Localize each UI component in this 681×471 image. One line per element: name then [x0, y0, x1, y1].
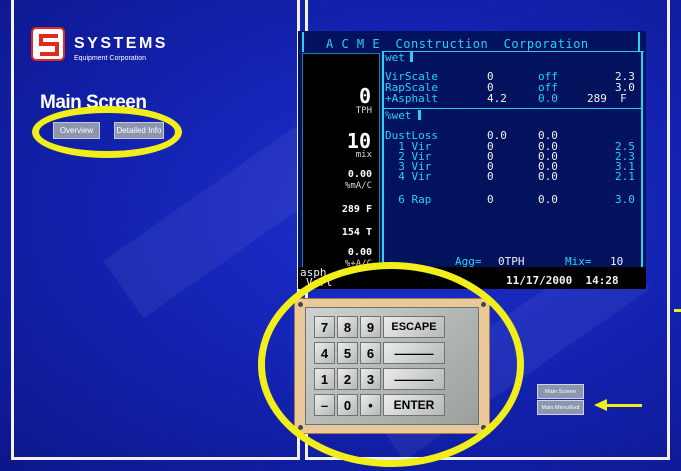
cursor-bar — [418, 110, 421, 120]
pointer-arrow-shaft — [606, 404, 642, 407]
tons-value: 154 T — [341, 227, 372, 238]
wet-label: wet — [385, 51, 405, 64]
logo-mark-icon — [31, 27, 65, 61]
pointer-arrow-icon — [594, 399, 607, 411]
readout-panel: 0 TPH 10 mix 0.00 %mA/C 289 F 154 T 0.00… — [302, 53, 380, 289]
divider-line — [638, 32, 640, 52]
left-panel-frame — [11, 0, 300, 460]
row-value: 4.2 — [487, 92, 507, 105]
terminal-header: A C M E Construction Corporation — [326, 37, 589, 51]
row-value: 0.0 — [538, 92, 558, 105]
row-value: 3.0 — [615, 193, 635, 206]
main-screen-button[interactable]: Main Screen — [537, 384, 584, 399]
row-label: +Asphalt — [385, 92, 438, 105]
mac-label: %mA/C — [344, 181, 372, 191]
mix-label: mix — [355, 150, 372, 160]
logo-tagline: Equipment Corporation — [74, 55, 146, 62]
percent-wet-label: %wet — [385, 109, 412, 122]
row-label: 6 Rap — [385, 193, 432, 206]
temp-value: 289 F — [341, 204, 372, 215]
section-rule — [384, 108, 641, 109]
row-value: 2.1 — [615, 170, 635, 183]
row-value: 0.0 — [538, 193, 558, 206]
row-value: 0.0 — [538, 170, 558, 183]
logo-wordmark: SYSTEMS — [74, 35, 168, 52]
header-rule — [382, 51, 644, 52]
divider-line — [302, 32, 304, 52]
tph-value: 0 — [358, 84, 371, 108]
cursor-bar — [410, 52, 413, 62]
highlight-ellipse-keypad — [258, 262, 524, 467]
control-terminal-display: A C M E Construction Corporation wet Vir… — [298, 31, 646, 289]
tph-label: TPH — [355, 106, 372, 116]
date-time: 11/17/2000 14:28 — [506, 274, 619, 287]
divider-line — [382, 51, 384, 267]
row-value: 0 — [487, 193, 494, 206]
divider-line — [641, 51, 643, 267]
row-label: 4 Vir — [385, 170, 432, 183]
ac-value: 0.00 — [347, 247, 372, 258]
main-menu-exit-button[interactable]: Main Menu/Exit — [537, 400, 584, 415]
edge-marker — [674, 309, 681, 312]
highlight-ellipse-nav — [32, 106, 182, 158]
row-value: 0 — [487, 170, 494, 183]
mac-value: 0.00 — [347, 169, 372, 180]
row-value: 289 F — [587, 92, 627, 105]
